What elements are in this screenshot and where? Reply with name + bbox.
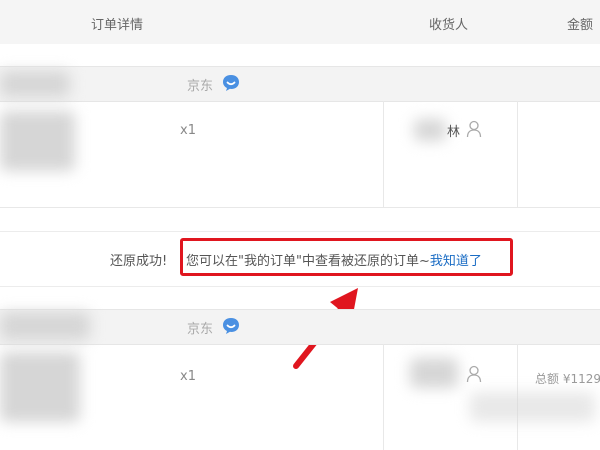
chat-icon[interactable] [221,316,241,336]
order-row: x1 总额 ¥1129 [0,344,600,450]
person-icon [466,365,482,387]
restore-success-text: 还原成功! [110,254,168,269]
shop-name[interactable]: 京东 [187,318,213,337]
column-divider [383,101,384,207]
blurred-product-image [0,352,80,422]
item-quantity: x1 [180,123,196,138]
header-amount: 金额 [567,18,594,33]
blurred-product-image [0,71,70,97]
chat-icon[interactable] [221,73,241,93]
header-consignee: 收货人 [429,18,469,33]
column-divider [383,344,384,450]
blurred-consignee-name [414,119,446,141]
blurred-consignee-name [410,358,458,388]
order-total: 总额 ¥1129 [535,372,600,386]
annotation-highlight-box [180,238,513,276]
order-shop-bar: 京东 [0,66,600,102]
item-quantity: x1 [180,369,196,384]
person-icon [466,120,482,142]
consignee-name: 林 [447,125,461,140]
shop-name[interactable]: 京东 [187,75,213,94]
watermark-logo [470,392,595,422]
blurred-product-image [0,312,90,340]
order-shop-bar: 京东 [0,309,600,345]
header-order-detail: 订单详情 [91,18,144,33]
order-row: x1 林 [0,101,600,208]
order-table-header: 订单详情 收货人 金额 [0,0,600,44]
column-divider [517,101,518,207]
blurred-product-image [0,111,75,171]
